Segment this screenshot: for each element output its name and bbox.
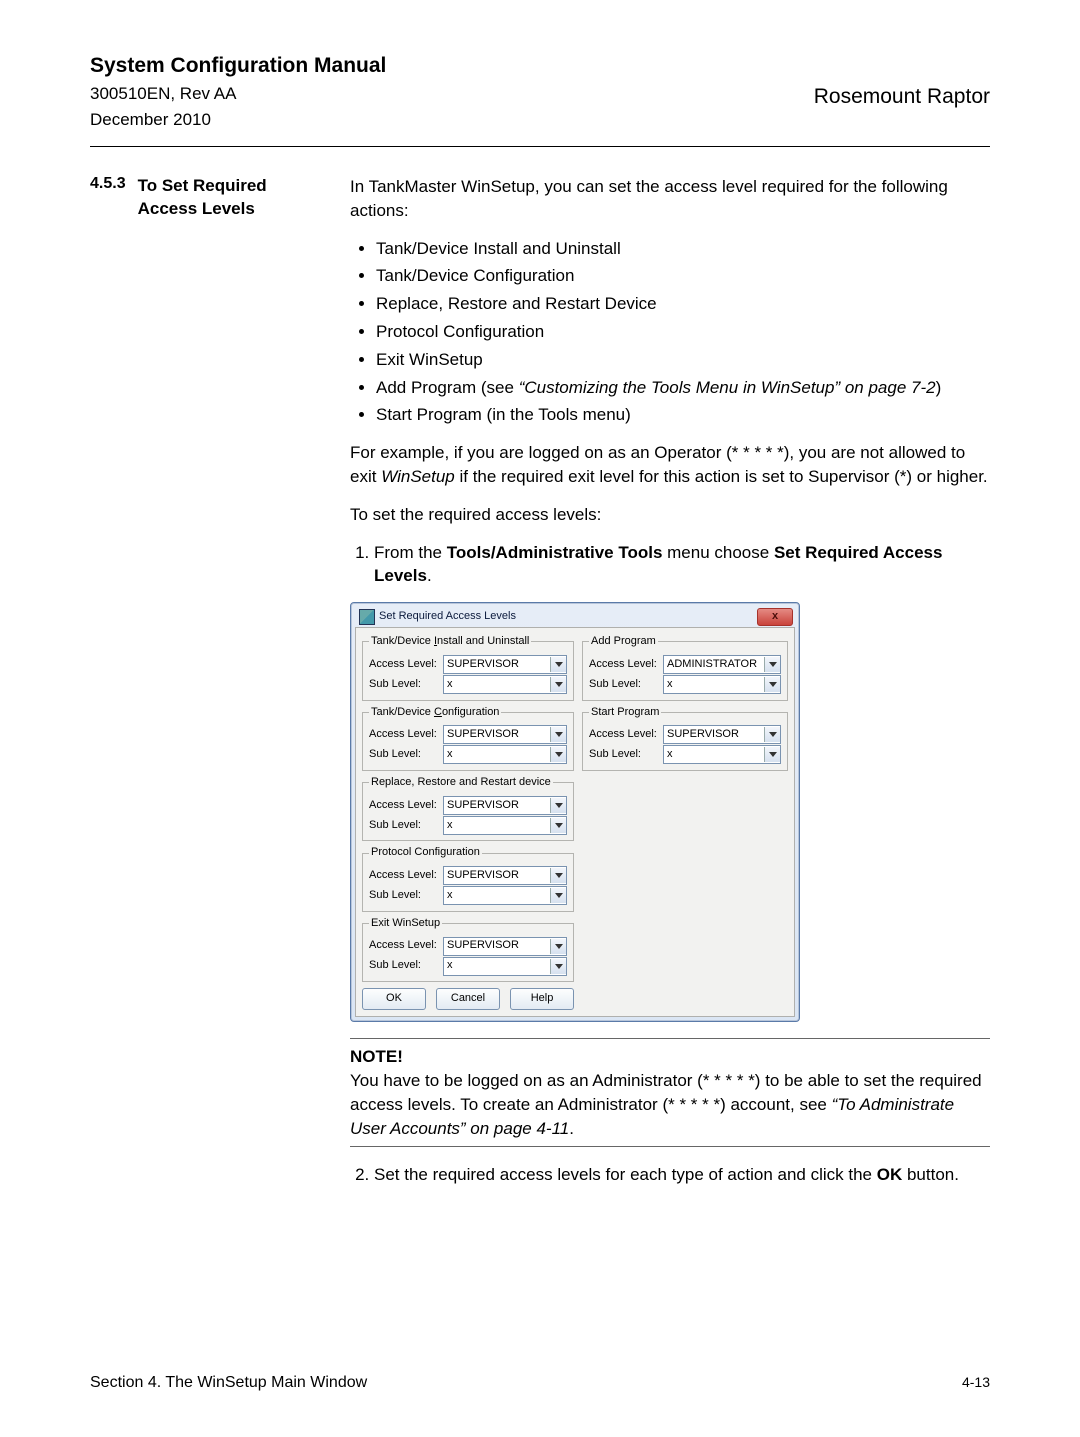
- group-start-program: Start Program Access Level: SUPERVISOR S…: [582, 705, 788, 771]
- list-item: Exit WinSetup: [376, 348, 990, 372]
- sub-level-dropdown[interactable]: x: [443, 675, 567, 694]
- step-list: From the Tools/Administrative Tools menu…: [350, 541, 990, 589]
- step-1: From the Tools/Administrative Tools menu…: [374, 541, 990, 589]
- access-level-dropdown[interactable]: SUPERVISOR: [443, 937, 567, 956]
- list-item: Add Program (see “Customizing the Tools …: [376, 376, 990, 400]
- chevron-down-icon: [550, 939, 566, 954]
- help-button[interactable]: Help: [510, 988, 574, 1010]
- sub-level-dropdown[interactable]: x: [443, 816, 567, 835]
- chevron-down-icon: [550, 747, 566, 762]
- group-configuration: Tank/Device Configuration Access Level: …: [362, 705, 574, 771]
- access-level-dropdown[interactable]: SUPERVISOR: [663, 725, 781, 744]
- chevron-down-icon: [550, 657, 566, 672]
- dialog-button-bar: OK Cancel Help: [362, 988, 574, 1010]
- group-install-uninstall: Tank/Device Install and Uninstall Access…: [362, 634, 574, 700]
- group-add-program: Add Program Access Level: ADMINISTRATOR …: [582, 634, 788, 700]
- section-number: 4.5.3: [90, 175, 126, 221]
- section-heading: 4.5.3 To Set Required Access Levels: [90, 175, 330, 221]
- group-exit-winsetup: Exit WinSetup Access Level: SUPERVISOR S…: [362, 916, 574, 982]
- to-set-text: To set the required access levels:: [350, 503, 990, 527]
- product-name: Rosemount Raptor: [814, 85, 990, 109]
- chevron-down-icon: [550, 798, 566, 813]
- group-protocol-config: Protocol Configuration Access Level: SUP…: [362, 845, 574, 911]
- access-level-dropdown[interactable]: SUPERVISOR: [443, 866, 567, 885]
- page-header: System Configuration Manual 300510EN, Re…: [90, 54, 990, 147]
- section-body: In TankMaster WinSetup, you can set the …: [350, 175, 990, 1201]
- chevron-down-icon: [764, 677, 780, 692]
- header-divider: [90, 146, 990, 147]
- list-item: Protocol Configuration: [376, 320, 990, 344]
- step-2: Set the required access levels for each …: [374, 1163, 990, 1187]
- section-title: To Set Required Access Levels: [138, 175, 330, 221]
- note-title: NOTE!: [350, 1045, 990, 1069]
- list-item: Tank/Device Install and Uninstall: [376, 237, 990, 261]
- access-level-dropdown[interactable]: SUPERVISOR: [443, 796, 567, 815]
- sub-level-dropdown[interactable]: x: [443, 886, 567, 905]
- chevron-down-icon: [550, 959, 566, 974]
- chevron-down-icon: [550, 727, 566, 742]
- dialog-titlebar: Set Required Access Levels x: [355, 607, 795, 627]
- label-sub-level: Sub Level:: [369, 677, 439, 692]
- chevron-down-icon: [550, 888, 566, 903]
- sub-level-dropdown[interactable]: x: [663, 675, 781, 694]
- intro-text: In TankMaster WinSetup, you can set the …: [350, 175, 990, 223]
- close-button[interactable]: x: [757, 608, 793, 626]
- doc-date: December 2010: [90, 110, 990, 130]
- dialog-set-required-access-levels: Set Required Access Levels x Tank/Device…: [350, 602, 990, 1022]
- example-text: For example, if you are logged on as an …: [350, 441, 990, 489]
- dialog-title-text: Set Required Access Levels: [379, 609, 516, 624]
- list-item: Tank/Device Configuration: [376, 264, 990, 288]
- page-footer: Section 4. The WinSetup Main Window 4-13: [90, 1374, 990, 1392]
- sub-level-dropdown[interactable]: x: [443, 957, 567, 976]
- footer-section-text: Section 4. The WinSetup Main Window: [90, 1374, 367, 1392]
- manual-title: System Configuration Manual: [90, 54, 990, 78]
- chevron-down-icon: [550, 868, 566, 883]
- group-replace-restore-restart: Replace, Restore and Restart device Acce…: [362, 775, 574, 841]
- access-level-dropdown[interactable]: ADMINISTRATOR: [663, 655, 781, 674]
- page-number: 4-13: [962, 1374, 990, 1390]
- sub-level-dropdown[interactable]: x: [663, 745, 781, 764]
- chevron-down-icon: [550, 818, 566, 833]
- action-list: Tank/Device Install and Uninstall Tank/D…: [350, 237, 990, 428]
- chevron-down-icon: [550, 677, 566, 692]
- list-item: Start Program (in the Tools menu): [376, 403, 990, 427]
- note-body: You have to be logged on as an Administr…: [350, 1069, 990, 1140]
- chevron-down-icon: [764, 727, 780, 742]
- window-icon: [359, 609, 375, 625]
- chevron-down-icon: [764, 747, 780, 762]
- sub-level-dropdown[interactable]: x: [443, 745, 567, 764]
- step-list-continued: Set the required access levels for each …: [350, 1163, 990, 1187]
- chevron-down-icon: [764, 657, 780, 672]
- cancel-button[interactable]: Cancel: [436, 988, 500, 1010]
- access-level-dropdown[interactable]: SUPERVISOR: [443, 655, 567, 674]
- label-access-level: Access Level:: [369, 657, 439, 672]
- note-box: NOTE! You have to be logged on as an Adm…: [350, 1038, 990, 1147]
- access-level-dropdown[interactable]: SUPERVISOR: [443, 725, 567, 744]
- list-item: Replace, Restore and Restart Device: [376, 292, 990, 316]
- ok-button[interactable]: OK: [362, 988, 426, 1010]
